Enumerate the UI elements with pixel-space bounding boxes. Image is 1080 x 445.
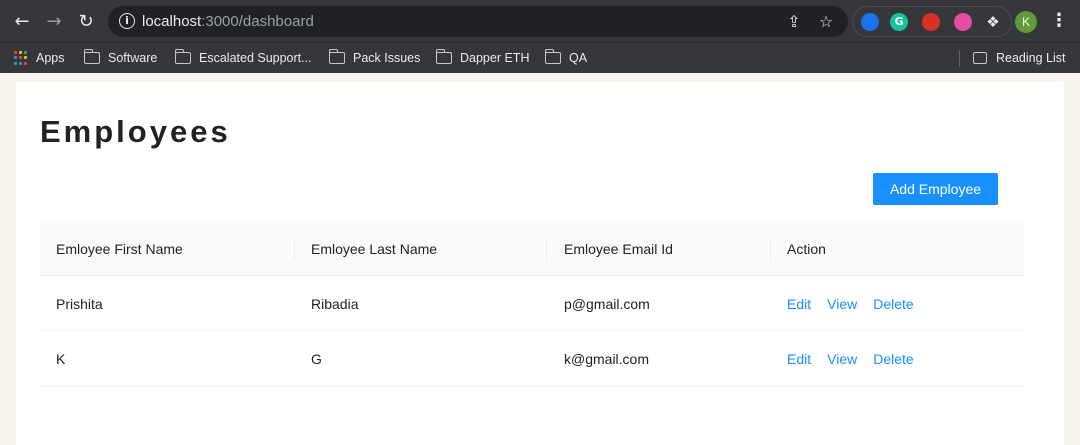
page-title: Employees [40,114,231,149]
folder-icon [83,49,100,64]
first-name-cell: Prishita [56,295,103,312]
delete-link[interactable]: Delete [873,296,913,312]
last-name-cell: G [311,350,322,367]
reload-icon[interactable]: ↻ [74,9,98,33]
bookmark-folder-software[interactable]: Software [83,48,158,68]
pink-extension-icon[interactable] [954,13,972,31]
bookmark-folder-label: Escalated Support... [199,51,312,65]
email-cell: k@gmail.com [564,350,650,367]
bookmark-star-icon[interactable]: ☆ [816,12,836,32]
first-name-cell: K [56,350,66,367]
column-header-action: Action [787,240,826,257]
last-name-cell: Ribadia [311,295,359,312]
apps-grid-icon [14,51,28,65]
extensions-group: G ❖ [852,6,1012,37]
bookmark-apps[interactable]: Apps [14,48,65,68]
bookmark-folder-qa[interactable]: QA [544,48,588,68]
column-divider [770,238,771,260]
column-header-email: Emloyee Email Id [564,240,673,257]
column-divider [546,238,547,260]
action-cell: Edit View Delete [787,331,930,386]
column-header-first-name: Emloyee First Name [56,240,183,257]
action-cell: Edit View Delete [787,276,930,331]
email-cell: p@gmail.com [564,295,650,312]
share-icon[interactable]: ⇪ [784,12,804,32]
bookmark-apps-label: Apps [36,51,65,65]
hand-stop-icon[interactable] [922,13,940,31]
bookmark-folder-pack-issues[interactable]: Pack Issues [328,48,421,68]
extension-blue-icon[interactable] [861,13,879,31]
view-link[interactable]: View [827,351,857,367]
bookmark-folder-dapper-eth[interactable]: Dapper ETH [435,48,530,68]
url-path: :3000/dashboard [201,13,314,30]
address-bar[interactable]: i localhost:3000/dashboard ⇪ ☆ [108,6,848,37]
bookmarks-divider [959,50,960,67]
url-host: localhost [142,13,202,30]
employees-table: Emloyee First Name Emloyee Last Name Eml… [40,221,1024,386]
bookmark-folder-label: QA [569,51,588,65]
browser-toolbar: ← → ↻ i localhost:3000/dashboard ⇪ ☆ G ❖… [0,0,1080,42]
bookmark-folder-label: Software [108,51,158,65]
reading-list-label: Reading List [996,51,1066,65]
bookmark-folder-label: Pack Issues [353,51,421,65]
reading-list-icon [973,52,987,64]
column-divider [294,238,295,260]
back-arrow-icon[interactable]: ← [10,9,34,33]
folder-icon [328,49,345,64]
forward-arrow-icon[interactable]: → [42,9,66,33]
site-info-icon[interactable]: i [119,13,135,29]
column-header-last-name: Emloyee Last Name [311,240,438,257]
edit-link[interactable]: Edit [787,351,811,367]
view-link[interactable]: View [827,296,857,312]
folder-icon [435,49,452,64]
folder-icon [544,49,561,64]
bookmarks-bar: Apps Software Escalated Support... Pack … [0,42,1080,73]
reading-list-button[interactable]: Reading List [973,48,1066,68]
grammarly-icon[interactable]: G [890,13,908,31]
add-employee-button[interactable]: Add Employee [873,173,998,205]
browser-menu-icon[interactable]: ⋮ [1050,10,1068,32]
url-text[interactable]: localhost:3000/dashboard [142,13,314,30]
edit-link[interactable]: Edit [787,296,811,312]
bookmark-folder-label: Dapper ETH [460,51,530,65]
table-header: Emloyee First Name Emloyee Last Name Eml… [40,221,1024,276]
table-row: Prishita Ribadia p@gmail.com Edit View D… [40,276,1024,331]
profile-avatar[interactable]: K [1015,11,1037,33]
bookmark-folder-escalated-support[interactable]: Escalated Support... [174,48,312,68]
folder-icon [174,49,191,64]
delete-link[interactable]: Delete [873,351,913,367]
table-row: K G k@gmail.com Edit View Delete [40,331,1024,386]
puzzle-extensions-icon[interactable]: ❖ [984,13,1002,31]
